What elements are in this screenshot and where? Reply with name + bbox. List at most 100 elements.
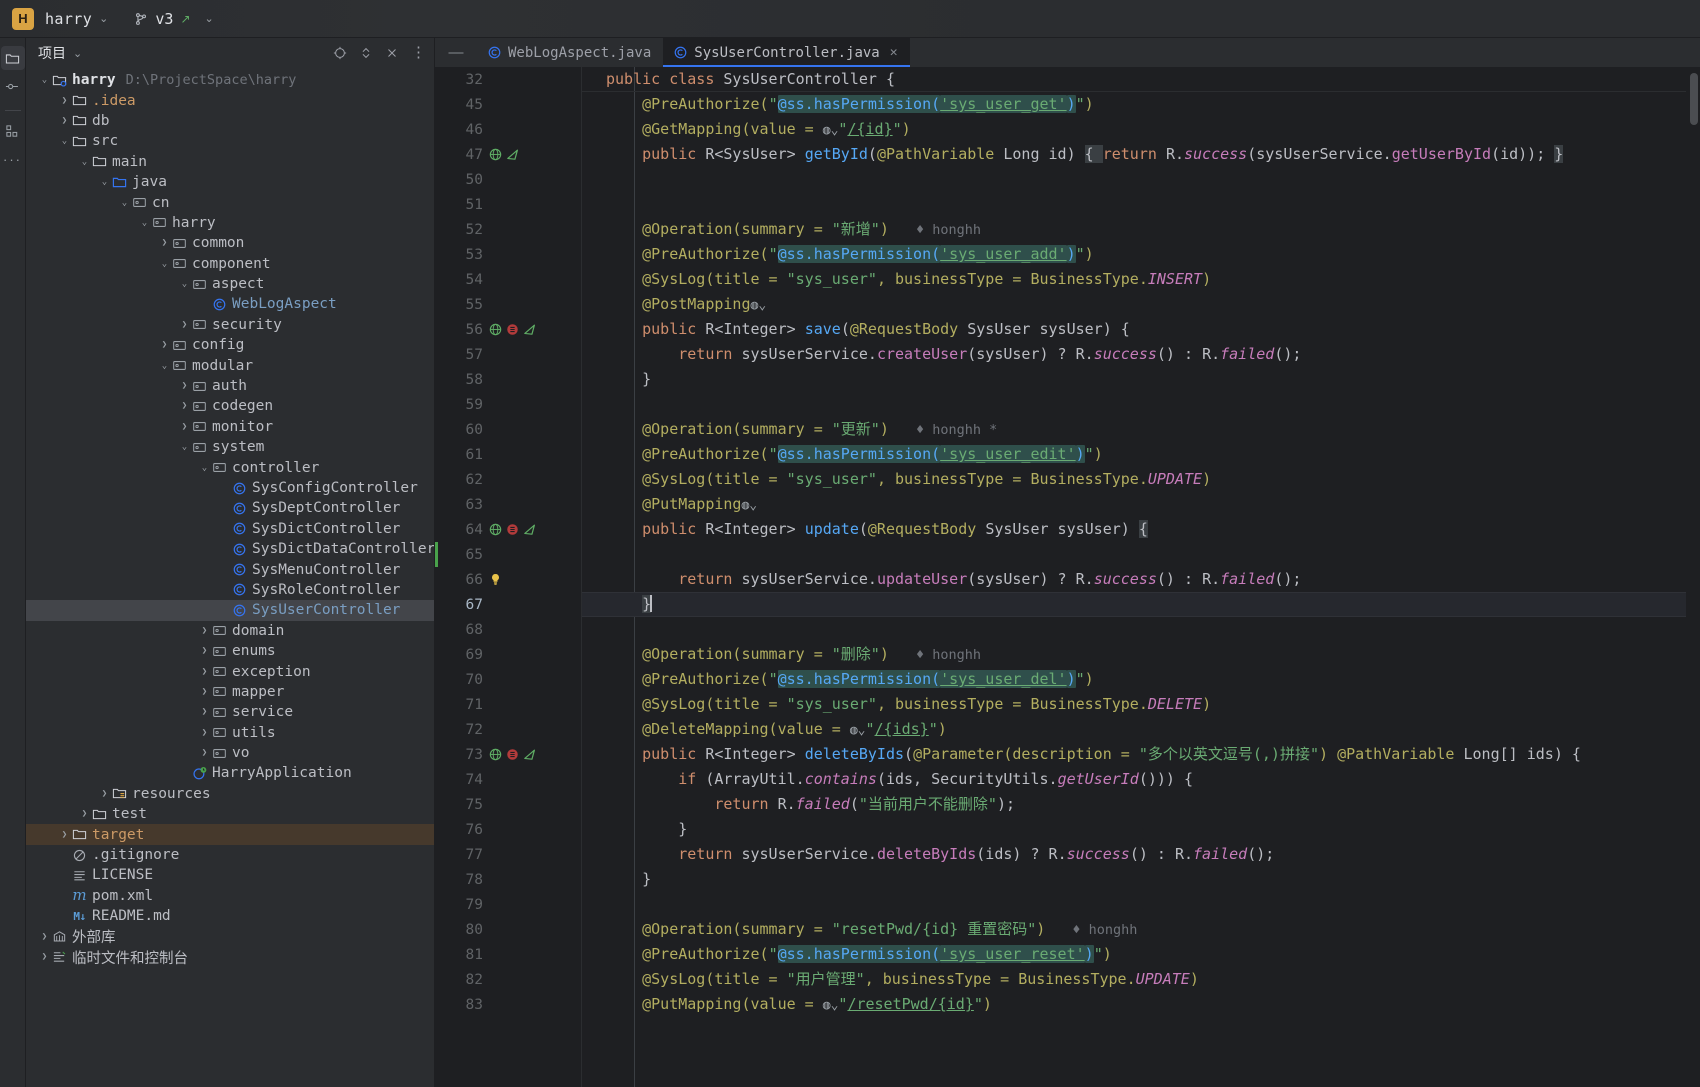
gutter-line-51[interactable]: 51: [435, 192, 581, 217]
run-gutter-icon[interactable]: [522, 322, 537, 337]
code-line-54[interactable]: @SysLog(title = "sys_user", businessType…: [582, 267, 1686, 292]
editor-tab-weblogaspect-java[interactable]: WebLogAspect.java: [477, 38, 663, 67]
gutter-line-72[interactable]: 72: [435, 717, 581, 742]
code-line-69[interactable]: @Operation(summary = "删除") ♦ honghh: [582, 642, 1686, 667]
chevron-down-icon[interactable]: ⌄: [138, 218, 151, 228]
code-line-52[interactable]: @Operation(summary = "新增") ♦ honghh: [582, 217, 1686, 242]
gutter-line-60[interactable]: 60: [435, 417, 581, 442]
tree-item-harry[interactable]: ⌄ harry D:\ProjectSpace\harry: [26, 70, 434, 90]
gutter-line-74[interactable]: 74: [435, 767, 581, 792]
tree-item-exception[interactable]: ❯ exception: [26, 661, 434, 681]
chevron-right-icon[interactable]: ❯: [38, 952, 51, 962]
code-line-71[interactable]: @SysLog(title = "sys_user", businessType…: [582, 692, 1686, 717]
tree-item-target[interactable]: ❯ target: [26, 824, 434, 845]
gutter-line-83[interactable]: 83: [435, 992, 581, 1017]
tree-item-mapper[interactable]: ❯ mapper: [26, 682, 434, 702]
gutter-line-82[interactable]: 82: [435, 967, 581, 992]
code-line-78[interactable]: }: [582, 867, 1686, 892]
gutter-line-54[interactable]: 54: [435, 267, 581, 292]
gutter-line-77[interactable]: 77: [435, 842, 581, 867]
gutter-line-80[interactable]: 80: [435, 917, 581, 942]
tree-item-cn[interactable]: ⌄ cn: [26, 192, 434, 212]
code-line-81[interactable]: @PreAuthorize("@ss.hasPermission('sys_us…: [582, 942, 1686, 967]
tree-item-modular[interactable]: ⌄ modular: [26, 355, 434, 375]
gutter-line-53[interactable]: 53: [435, 242, 581, 267]
gutter-line-69[interactable]: 69: [435, 642, 581, 667]
chevron-right-icon[interactable]: ❯: [198, 728, 211, 738]
code-line-76[interactable]: }: [582, 817, 1686, 842]
code-line-74[interactable]: if (ArrayUtil.contains(ids, SecurityUtil…: [582, 767, 1686, 792]
chevron-right-icon[interactable]: ❯: [198, 667, 211, 677]
gutter-line-68[interactable]: 68: [435, 617, 581, 642]
code-line-83[interactable]: @PutMapping(value = ◍⌄"/resetPwd/{id}"): [582, 992, 1686, 1017]
tree-item-src[interactable]: ⌄ src: [26, 131, 434, 151]
gutter-line-70[interactable]: 70: [435, 667, 581, 692]
tree-item--gitignore[interactable]: .gitignore: [26, 845, 434, 865]
code-line-62[interactable]: @SysLog(title = "sys_user", businessType…: [582, 467, 1686, 492]
gutter-line-45[interactable]: 45: [435, 92, 581, 117]
code-line-59[interactable]: [582, 392, 1686, 417]
chevron-right-icon[interactable]: ❯: [198, 707, 211, 717]
chevron-right-icon[interactable]: ❯: [198, 748, 211, 758]
tree-item-component[interactable]: ⌄ component: [26, 254, 434, 274]
branch-name-label[interactable]: v3: [155, 10, 173, 28]
tree-item-harryapplication[interactable]: HarryApplication: [26, 763, 434, 783]
gutter-line-81[interactable]: 81: [435, 942, 581, 967]
chevron-right-icon[interactable]: ❯: [158, 238, 171, 248]
chevron-down-icon[interactable]: ⌄: [38, 75, 51, 85]
bean-icon[interactable]: [505, 747, 520, 762]
scrollbar-thumb[interactable]: [1690, 73, 1698, 125]
tree-item-sysdictdatacontroller[interactable]: SysDictDataController: [26, 539, 434, 559]
chevron-right-icon[interactable]: ❯: [178, 381, 191, 391]
project-name-label[interactable]: harry: [45, 10, 92, 28]
tree-item-sysusercontroller[interactable]: SysUserController: [26, 600, 434, 621]
chevron-right-icon[interactable]: ❯: [178, 401, 191, 411]
tree-item-sysdictcontroller[interactable]: SysDictController: [26, 519, 434, 539]
code-line-70[interactable]: @PreAuthorize("@ss.hasPermission('sys_us…: [582, 667, 1686, 692]
collapse-all-icon[interactable]: [385, 46, 399, 60]
code-line-80[interactable]: @Operation(summary = "resetPwd/{id} 重置密码…: [582, 917, 1686, 942]
gutter-line-59[interactable]: 59: [435, 392, 581, 417]
intention-bulb-icon[interactable]: [488, 572, 503, 587]
chevron-down-icon[interactable]: ⌄: [158, 361, 171, 371]
rail-structure-button[interactable]: [1, 119, 25, 143]
project-view-chevron-down-icon[interactable]: ⌄: [73, 47, 82, 60]
rail-more-button[interactable]: ···: [1, 147, 25, 171]
options-menu-icon[interactable]: ⋮: [411, 45, 426, 60]
hide-tabs-button[interactable]: —: [435, 38, 477, 67]
tree-item-license[interactable]: LICENSE: [26, 865, 434, 885]
tree-item-auth[interactable]: ❯ auth: [26, 376, 434, 396]
chevron-right-icon[interactable]: ❯: [58, 116, 71, 126]
code-line-67[interactable]: }: [582, 592, 1686, 617]
web-icon[interactable]: [488, 147, 503, 162]
tree-item-security[interactable]: ❯ security: [26, 315, 434, 335]
chevron-right-icon[interactable]: ❯: [178, 320, 191, 330]
chevron-down-icon[interactable]: ⌄: [178, 279, 191, 289]
tree-item--idea[interactable]: ❯ .idea: [26, 90, 434, 110]
gutter-line-57[interactable]: 57: [435, 342, 581, 367]
web-icon[interactable]: [488, 747, 503, 762]
chevron-down-icon[interactable]: ⌄: [78, 157, 91, 167]
code-line-50[interactable]: [582, 167, 1686, 192]
chevron-right-icon[interactable]: ❯: [198, 687, 211, 697]
tree-item-service[interactable]: ❯ service: [26, 702, 434, 722]
code-line-32[interactable]: public class SysUserController {: [582, 67, 1686, 92]
tree-item-sysmenucontroller[interactable]: SysMenuController: [26, 559, 434, 579]
code-line-65[interactable]: [582, 542, 1686, 567]
gutter-line-55[interactable]: 55: [435, 292, 581, 317]
code-line-61[interactable]: @PreAuthorize("@ss.hasPermission('sys_us…: [582, 442, 1686, 467]
tree-item-domain[interactable]: ❯ domain: [26, 621, 434, 641]
tree-item---------[interactable]: ❯ 临时文件和控制台: [26, 947, 434, 967]
editor-tab-sysusercontroller-java[interactable]: SysUserController.java ✕: [663, 38, 910, 67]
run-gutter-icon[interactable]: [522, 522, 537, 537]
code-line-55[interactable]: @PostMapping◍⌄: [582, 292, 1686, 317]
chevron-right-icon[interactable]: ❯: [78, 809, 91, 819]
web-icon[interactable]: [488, 322, 503, 337]
code-line-47[interactable]: public R<SysUser> getById(@PathVariable …: [582, 142, 1686, 167]
run-gutter-icon[interactable]: [505, 147, 520, 162]
bean-icon[interactable]: [505, 522, 520, 537]
chevron-right-icon[interactable]: ❯: [178, 422, 191, 432]
gutter-line-65[interactable]: 65: [435, 542, 581, 567]
run-gutter-icon[interactable]: [522, 747, 537, 762]
chevron-right-icon[interactable]: ❯: [58, 96, 71, 106]
